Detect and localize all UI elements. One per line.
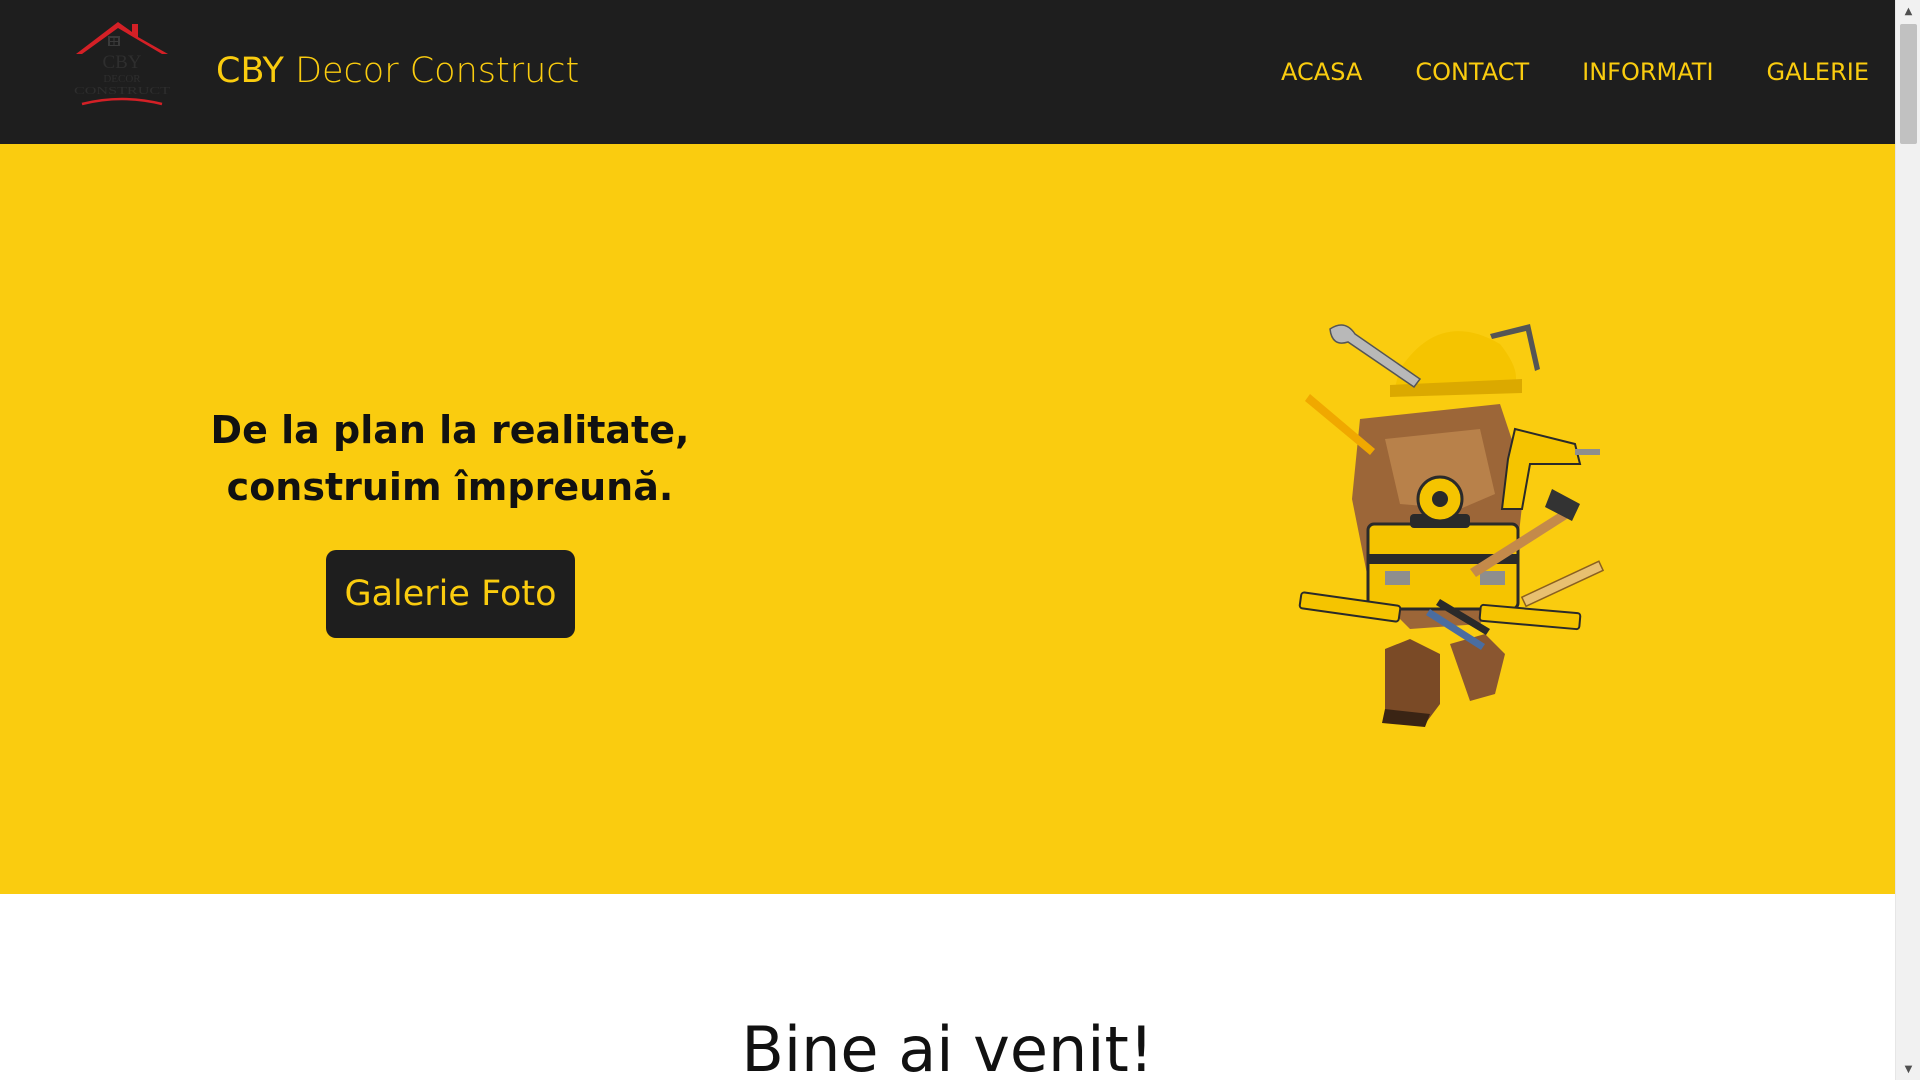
hero-section: De la plan la realitate, construim împre… <box>0 144 1895 894</box>
svg-text:CBY: CBY <box>102 52 141 73</box>
brand-name-cby: CBY <box>216 51 284 91</box>
main-nav: ACASA CONTACT INFORMATI GALERIE <box>1281 54 1869 90</box>
scrollbar-thumb[interactable] <box>1900 24 1917 144</box>
nav-link-galerie[interactable]: GALERIE <box>1767 54 1869 90</box>
brand-name[interactable]: CBY Decor Construct <box>216 46 579 96</box>
nav-link-contact[interactable]: CONTACT <box>1415 54 1529 90</box>
page: CBY DECOR CONSTRUCT CBY Decor Construct … <box>0 0 1895 1080</box>
company-logo[interactable]: CBY DECOR CONSTRUCT <box>72 20 172 112</box>
nav-link-informati[interactable]: INFORMATI <box>1582 54 1713 90</box>
svg-text:DECOR: DECOR <box>103 73 141 85</box>
page-scrollbar[interactable]: ▲ ▼ <box>1895 0 1920 1080</box>
brand-name-rest: Decor Construct <box>295 51 580 91</box>
hero-heading-line1: De la plan la realitate, <box>210 408 690 452</box>
nav-link-acasa[interactable]: ACASA <box>1281 54 1362 90</box>
site-header: CBY DECOR CONSTRUCT CBY Decor Construct … <box>0 0 1895 144</box>
scroll-up-arrow-icon[interactable]: ▲ <box>1896 2 1920 20</box>
hero-heading-line2: construim împreună. <box>226 465 674 509</box>
construction-tools-illustration <box>1298 324 1605 727</box>
photo-gallery-button[interactable]: Galerie Foto <box>326 550 575 638</box>
welcome-title: Bine ai venit! <box>741 1013 1154 1080</box>
hero-heading: De la plan la realitate, construim împre… <box>150 402 750 516</box>
scroll-down-arrow-icon[interactable]: ▼ <box>1896 1060 1920 1078</box>
svg-text:CONSTRUCT: CONSTRUCT <box>74 86 171 97</box>
